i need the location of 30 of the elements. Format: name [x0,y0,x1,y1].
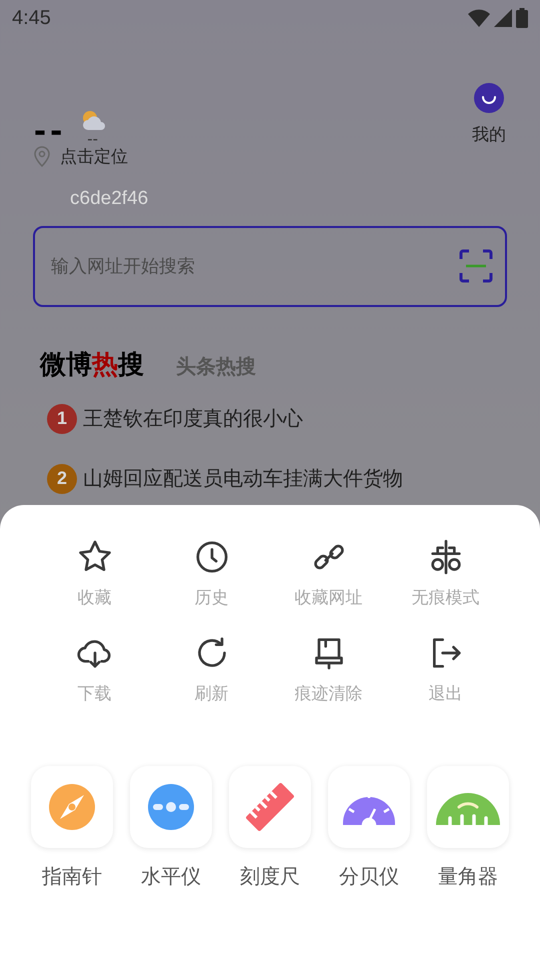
tool-button[interactable]: 指南针 [30,766,114,892]
signal-icon [494,9,512,27]
status-time: 4:45 [12,6,51,31]
tool-button[interactable]: 刻度尺 [228,766,312,892]
hot-item-link[interactable]: 王楚钦在印度真的很小心 [83,404,303,434]
rank-badge: 2 [47,464,77,494]
tool-button[interactable]: 分贝仪 [327,766,411,892]
wifi-icon [468,9,490,27]
scan-icon[interactable] [459,248,493,282]
rank-badge: 1 [47,404,77,434]
menu-item[interactable]: 历史 [153,537,270,610]
tool-button[interactable]: 量角器 [426,766,510,892]
device-id: c6de2f46 [70,187,150,211]
hot-tab[interactable]: 微博热搜 [40,344,144,384]
menu-item[interactable]: 痕迹清除 [270,632,387,706]
profile-button[interactable]: 我的 [472,82,506,148]
menu-item[interactable]: 下载 [36,632,153,706]
menu-item[interactable]: 无痕模式 [387,537,504,610]
search-field[interactable]: 输入网址开始搜索 [33,226,507,306]
menu-item[interactable]: 收藏网址 [270,537,387,610]
level-icon [147,783,195,831]
menu-item[interactable]: 收藏 [36,537,153,610]
menu-item[interactable]: 退出 [387,632,504,706]
location-pin-icon [32,145,52,168]
avatar-icon [473,82,505,114]
menu-item[interactable]: 刷新 [153,632,270,706]
hot-item-link[interactable]: 山姆回应配送员电动车挂满大件货物 [83,464,403,494]
tool-button[interactable]: 水平仪 [129,766,213,892]
battery-icon [516,8,528,28]
compass-icon [48,783,96,831]
